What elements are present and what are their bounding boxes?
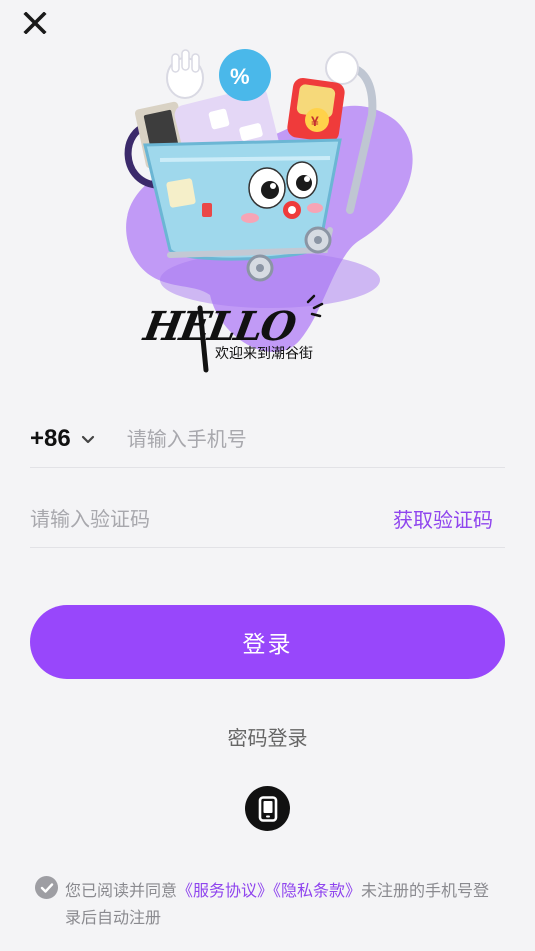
chevron-down-icon xyxy=(81,435,94,443)
phone-number-input[interactable] xyxy=(126,426,505,451)
left-glove-icon xyxy=(166,49,204,99)
welcome-text: 欢迎来到潮谷街 xyxy=(215,346,313,362)
verification-code-row: 获取验证码 xyxy=(30,490,505,548)
phone-login-button[interactable] xyxy=(245,786,290,831)
right-glove-icon xyxy=(325,51,359,85)
hero-illustration: % ¥ HELLO 欢迎来到潮谷街 xyxy=(110,40,420,380)
svg-text:¥: ¥ xyxy=(311,113,319,129)
service-terms-link[interactable]: 《服务协议》 xyxy=(177,881,273,900)
phone-input-row: +86 xyxy=(30,410,505,468)
agreement-prefix: 您已阅读并同意 xyxy=(65,881,178,900)
login-page: % ¥ HELLO 欢迎来到潮谷街 +86 请输入手机号 请输入验证码 获取验证… xyxy=(0,0,535,951)
agreement-text: 您已阅读并同意《服务协议》《隐私条款》未注册的手机号登录后自动注册 xyxy=(65,877,505,931)
close-button[interactable] xyxy=(20,8,50,38)
verification-code-input[interactable] xyxy=(30,506,393,531)
country-code-selector[interactable]: +86 xyxy=(30,425,95,453)
agreement-section: 您已阅读并同意《服务协议》《隐私条款》未注册的手机号登录后自动注册 xyxy=(35,876,505,936)
password-login-link[interactable]: 密码登录 xyxy=(228,726,308,750)
password-login-row: 密码登录 xyxy=(0,722,535,751)
privacy-terms-link[interactable]: 《隐私条款》 xyxy=(273,881,361,900)
check-icon xyxy=(40,882,53,893)
phone-icon xyxy=(258,795,277,822)
agree-checkbox[interactable] xyxy=(35,876,58,899)
country-code-value: +86 xyxy=(30,424,71,452)
close-icon xyxy=(23,12,47,34)
hello-logo-text: HELLO xyxy=(139,302,300,350)
login-button[interactable]: 登录 xyxy=(30,605,505,679)
get-code-button[interactable]: 获取验证码 xyxy=(393,504,493,533)
svg-text:%: % xyxy=(230,64,250,89)
sticky-note xyxy=(166,178,196,208)
